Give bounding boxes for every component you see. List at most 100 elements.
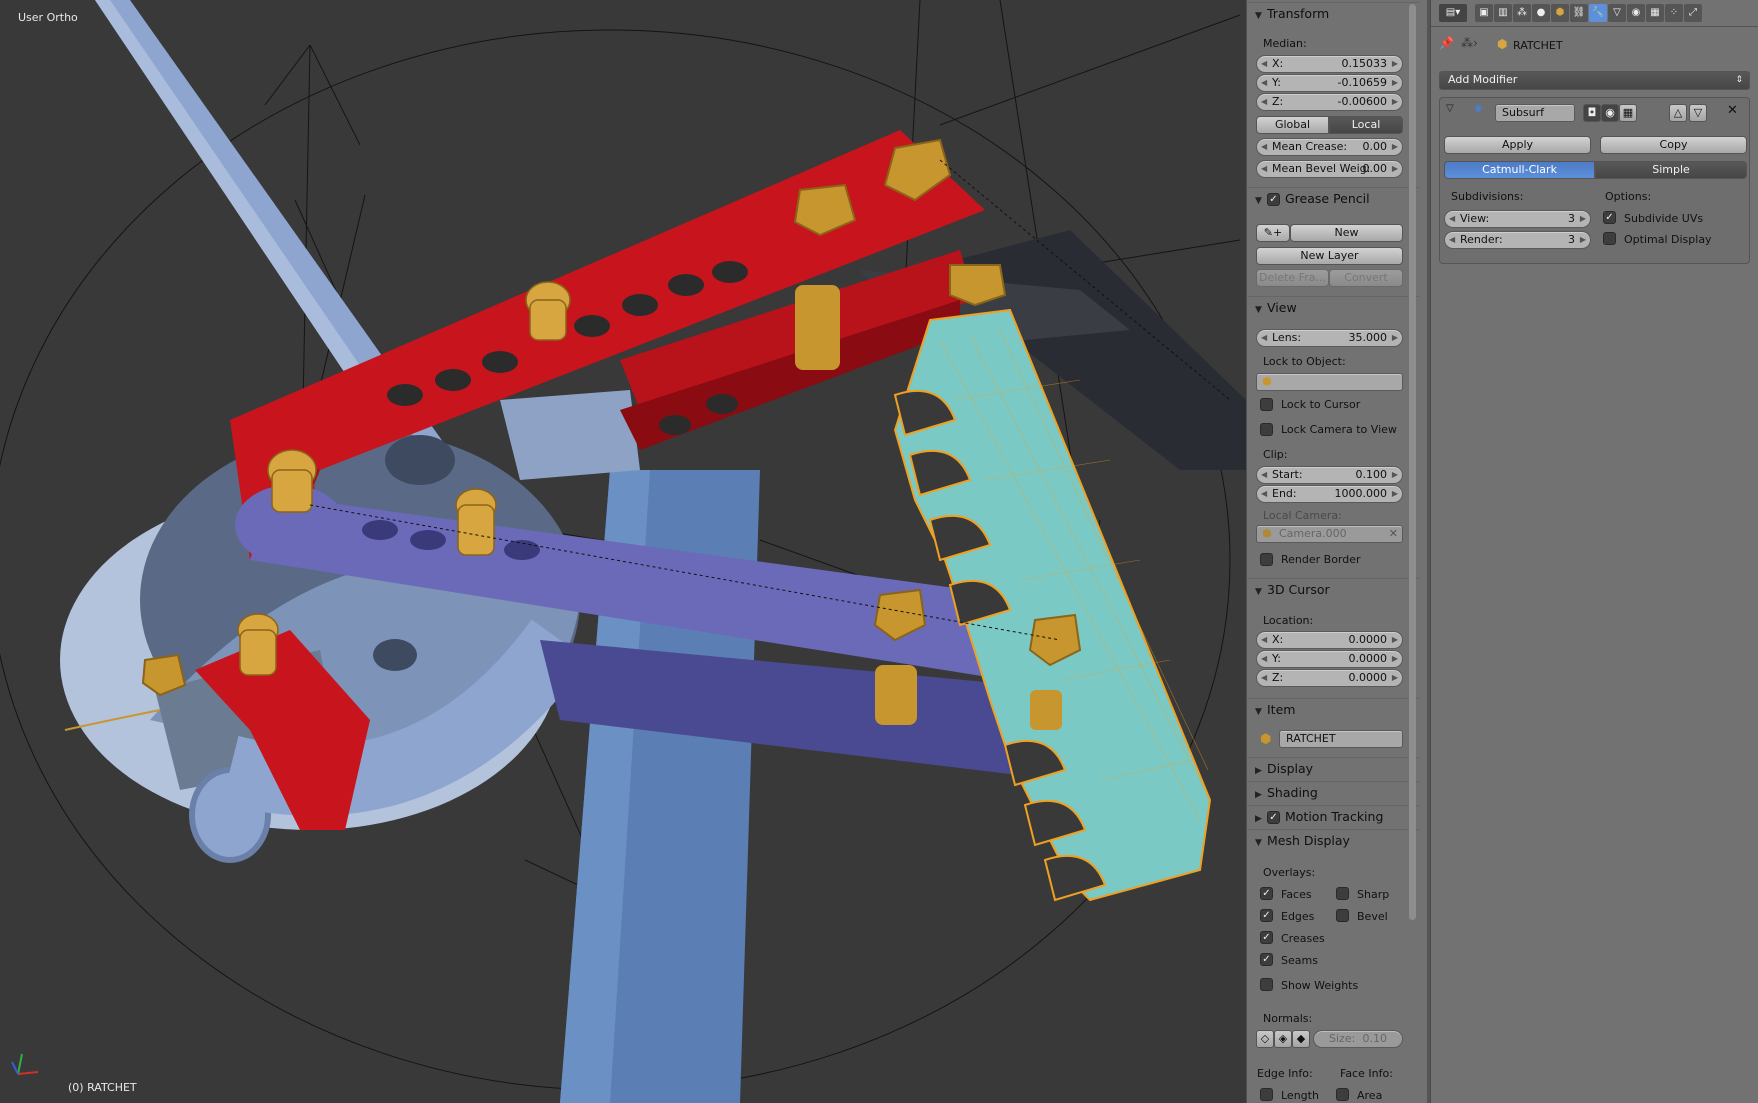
- physics-tab-icon[interactable]: ⤢: [1684, 4, 1702, 22]
- motion-tracking-checkbox[interactable]: [1267, 811, 1280, 824]
- 3d-viewport[interactable]: User Ortho (0) RATCHET: [0, 0, 1246, 1103]
- render-border-checkbox[interactable]: [1260, 553, 1273, 566]
- local-toggle[interactable]: Local: [1329, 116, 1403, 134]
- panel-header-shading[interactable]: ▶ Shading: [1247, 781, 1419, 802]
- new-layer-button[interactable]: New Layer: [1256, 247, 1403, 265]
- world-tab-icon[interactable]: ●: [1532, 4, 1550, 22]
- simple-toggle[interactable]: Simple: [1595, 161, 1747, 179]
- mean-bevel-field[interactable]: ◀ Mean Bevel Weig: 0.00 ▶: [1256, 160, 1403, 178]
- panel-header-item[interactable]: ▼ Item: [1247, 698, 1419, 719]
- faces-checkbox[interactable]: [1260, 887, 1273, 900]
- clip-start-field[interactable]: ◀ Start: 0.100 ▶: [1256, 466, 1403, 484]
- clip-end-field[interactable]: ◀ End: 1000.000 ▶: [1256, 485, 1403, 503]
- cursor-z-field[interactable]: ◀ Z: 0.0000 ▶: [1256, 669, 1403, 687]
- properties-editor: ▤▾ ▣ ▥ ⁂ ● ⬢ ⛓ 🔧 ▽ ◉ ▦ ⁘ ⤢ 📌 ⁂› ⬢ RATCHE…: [1430, 0, 1758, 1103]
- show-weights-checkbox[interactable]: [1260, 978, 1273, 991]
- render-layers-tab-icon[interactable]: ▥: [1494, 4, 1512, 22]
- panel-header-3d-cursor[interactable]: ▼ 3D Cursor: [1247, 578, 1419, 599]
- length-label: Length: [1281, 1089, 1319, 1102]
- bevel-checkbox[interactable]: [1336, 909, 1349, 922]
- subdiv-view-field[interactable]: ◀ View: 3 ▶: [1444, 210, 1591, 228]
- lock-to-object-label: Lock to Object:: [1263, 355, 1346, 368]
- creases-checkbox[interactable]: [1260, 931, 1273, 944]
- collapse-triangle-icon[interactable]: ▽: [1446, 103, 1454, 114]
- median-y-field[interactable]: ◀ Y: -0.10659 ▶: [1256, 74, 1403, 92]
- editor-type-icon[interactable]: ▤▾: [1439, 4, 1467, 22]
- length-checkbox[interactable]: [1260, 1088, 1273, 1101]
- edges-checkbox[interactable]: [1260, 909, 1273, 922]
- lock-to-cursor-label: Lock to Cursor: [1281, 398, 1361, 411]
- add-modifier-dropdown[interactable]: Add Modifier ⇕: [1439, 71, 1750, 90]
- catmull-clark-toggle[interactable]: Catmull-Clark: [1444, 161, 1595, 179]
- cursor-x-field[interactable]: ◀ X: 0.0000 ▶: [1256, 631, 1403, 649]
- panel-header-view[interactable]: ▼ View: [1247, 296, 1419, 317]
- modifiers-tab-icon[interactable]: 🔧: [1589, 4, 1607, 22]
- grease-pencil-checkbox[interactable]: [1267, 193, 1280, 206]
- median-x-field[interactable]: ◀ X: 0.15033 ▶: [1256, 55, 1403, 73]
- panel-title: Motion Tracking: [1285, 809, 1384, 824]
- constraints-tab-icon[interactable]: ⛓: [1570, 4, 1588, 22]
- normals-size-field[interactable]: Size: 0.10: [1313, 1030, 1403, 1048]
- panel-title: Grease Pencil: [1285, 191, 1370, 206]
- median-z-field[interactable]: ◀ Z: -0.00600 ▶: [1256, 93, 1403, 111]
- scene-render[interactable]: [0, 0, 1246, 1103]
- panel-header-display[interactable]: ▶ Display: [1247, 757, 1419, 778]
- panel-header-transform[interactable]: ▼ Transform: [1247, 2, 1419, 23]
- clear-icon[interactable]: ✕: [1389, 526, 1398, 542]
- editmode-icon[interactable]: ▦: [1619, 104, 1637, 122]
- show-weights-label: Show Weights: [1281, 979, 1359, 992]
- particles-tab-icon[interactable]: ⁘: [1665, 4, 1683, 22]
- pencil-icon[interactable]: ✎+: [1256, 224, 1290, 242]
- lock-object-field[interactable]: ⬢: [1256, 373, 1403, 391]
- move-up-icon[interactable]: △: [1669, 104, 1687, 122]
- subdiv-render-field[interactable]: ◀ Render: 3 ▶: [1444, 231, 1591, 249]
- median-label: Median:: [1263, 37, 1307, 50]
- object-tab-icon[interactable]: ⬢: [1551, 4, 1569, 22]
- optimal-display-checkbox[interactable]: [1603, 232, 1616, 245]
- vertex-normals-icon[interactable]: ◇: [1256, 1030, 1274, 1048]
- item-name-field[interactable]: RATCHET: [1279, 730, 1403, 748]
- face-info-label: Face Info:: [1340, 1067, 1393, 1080]
- panel-header-grease-pencil[interactable]: ▼ Grease Pencil: [1247, 187, 1419, 208]
- delete-frame-button[interactable]: Delete Fra...: [1256, 269, 1329, 287]
- copy-button[interactable]: Copy: [1600, 136, 1747, 154]
- render-camera-icon[interactable]: ◘: [1583, 104, 1601, 122]
- move-down-icon[interactable]: ▽: [1689, 104, 1707, 122]
- edges-label: Edges: [1281, 910, 1315, 923]
- options-label: Options:: [1605, 190, 1652, 203]
- panel-title: Mesh Display: [1267, 833, 1350, 848]
- global-toggle[interactable]: Global: [1256, 116, 1329, 134]
- mean-crease-field[interactable]: ◀ Mean Crease: 0.00 ▶: [1256, 138, 1403, 156]
- object-cube-icon: ⬢: [1497, 37, 1508, 51]
- split-normals-icon[interactable]: ◈: [1274, 1030, 1292, 1048]
- cursor-y-field[interactable]: ◀ Y: 0.0000 ▶: [1256, 650, 1403, 668]
- face-normals-icon[interactable]: ◆: [1292, 1030, 1310, 1048]
- subdivide-uvs-checkbox[interactable]: [1603, 211, 1616, 224]
- seams-checkbox[interactable]: [1260, 953, 1273, 966]
- render-tab-icon[interactable]: ▣: [1475, 4, 1493, 22]
- lens-field[interactable]: ◀ Lens: 35.000 ▶: [1256, 329, 1403, 347]
- sharp-checkbox[interactable]: [1336, 887, 1349, 900]
- panel-header-mesh-display[interactable]: ▼ Mesh Display: [1247, 829, 1419, 850]
- breadcrumb-object: RATCHET: [1513, 39, 1563, 52]
- shelf-scrollbar[interactable]: [1409, 4, 1416, 920]
- viewport-eye-icon[interactable]: ◉: [1601, 104, 1619, 122]
- convert-button[interactable]: Convert: [1329, 269, 1403, 287]
- subdivisions-label: Subdivisions:: [1451, 190, 1524, 203]
- area-checkbox[interactable]: [1336, 1088, 1349, 1101]
- remove-modifier-icon[interactable]: ✕: [1727, 103, 1738, 118]
- grease-new-button[interactable]: New: [1290, 224, 1403, 242]
- modifier-name-field[interactable]: Subsurf: [1495, 104, 1575, 122]
- pin-icon[interactable]: 📌: [1439, 36, 1454, 50]
- local-camera-field[interactable]: ⬢ Camera.000 ✕: [1256, 525, 1403, 543]
- normals-label: Normals:: [1263, 1012, 1313, 1025]
- material-tab-icon[interactable]: ◉: [1627, 4, 1645, 22]
- scene-tab-icon[interactable]: ⁂: [1513, 4, 1531, 22]
- panel-header-motion-tracking[interactable]: ▶ Motion Tracking: [1247, 805, 1419, 826]
- expanded-triangle-icon: ▼: [1255, 196, 1262, 206]
- texture-tab-icon[interactable]: ▦: [1646, 4, 1664, 22]
- lock-to-cursor-checkbox[interactable]: [1260, 398, 1273, 411]
- data-tab-icon[interactable]: ▽: [1608, 4, 1626, 22]
- apply-button[interactable]: Apply: [1444, 136, 1591, 154]
- lock-camera-checkbox[interactable]: [1260, 423, 1273, 436]
